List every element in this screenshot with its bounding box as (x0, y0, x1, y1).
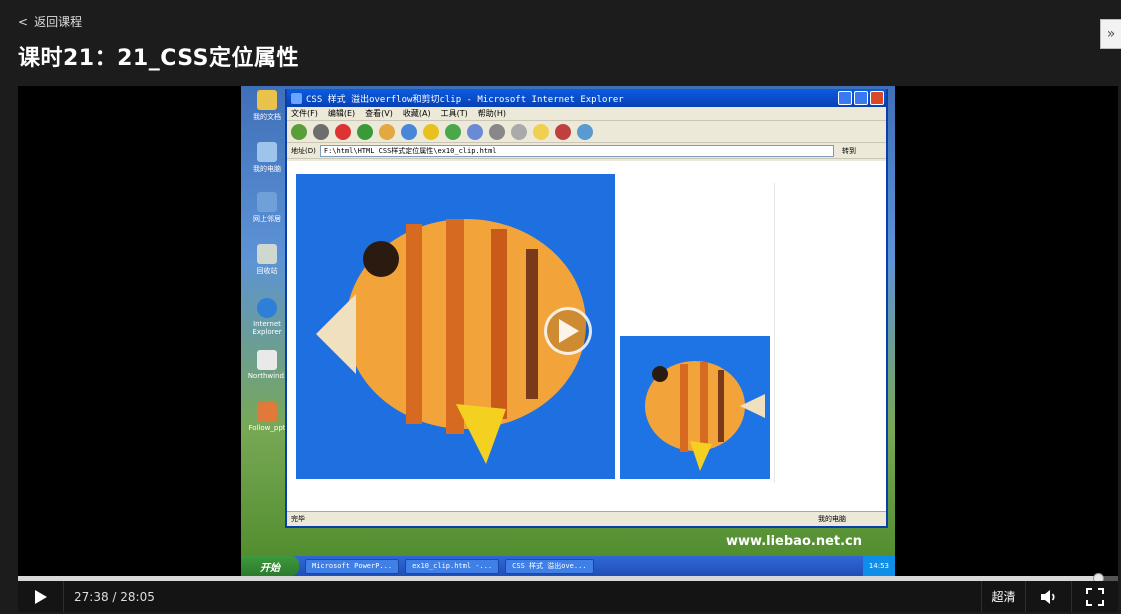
back-label: 返回课程 (34, 15, 83, 29)
time-separator: / (108, 589, 121, 604)
browser-menu: 文件(F) 编辑(E) 查看(V) 收藏(A) 工具(T) 帮助(H) (287, 107, 886, 121)
desktop-icon: Follow_ppt (245, 402, 289, 432)
current-time: 27:38 (74, 589, 109, 604)
taskbar-item: ex10_clip.html -... (405, 558, 500, 574)
taskbar-item: Microsoft PowerP... (305, 558, 400, 574)
fish-image-clipped (620, 336, 770, 479)
desktop-icon: Northwind. (245, 350, 289, 380)
ie-icon (291, 92, 302, 104)
big-play-button[interactable] (544, 307, 592, 355)
desktop-icon: 回收站 (245, 244, 289, 276)
start-button: 开始 (241, 556, 299, 576)
browser-title-bar: CSS 样式 溢出overflow和剪切clip - Microsoft Int… (287, 89, 886, 107)
taskbar: 开始 Microsoft PowerP... ex10_clip.html -.… (241, 556, 895, 576)
video-player[interactable]: 我的文档 我的电脑 网上邻居 回收站 Internet Explorer Nor… (18, 86, 1118, 577)
play-icon (34, 589, 47, 604)
chevron-left-icon: < (18, 14, 29, 29)
quality-selector[interactable]: 超清 (981, 581, 1026, 612)
browser-status-bar: 完毕 我的电脑 (287, 511, 886, 526)
clock: 14:53 (868, 562, 889, 570)
browser-toolbar (287, 121, 886, 143)
back-to-course-link[interactable]: < 返回课程 (18, 13, 82, 30)
page-title: 课时21：21_CSS定位属性 (18, 46, 299, 71)
player-controls: 27:38 / 28:05 超清 (18, 581, 1118, 612)
desktop-icon: 网上邻居 (245, 192, 289, 224)
play-icon (559, 319, 579, 343)
fullscreen-button[interactable] (1072, 581, 1118, 612)
desktop-icon: 我的文档 (245, 90, 289, 122)
duration: 28:05 (120, 589, 155, 604)
browser-window: CSS 样式 溢出overflow和剪切clip - Microsoft Int… (285, 89, 888, 528)
desktop-icon: 我的电脑 (245, 142, 289, 174)
double-chevron-right-icon: » (1106, 26, 1116, 42)
taskbar-item: CSS 样式 溢出ove... (505, 558, 594, 574)
divider (774, 183, 775, 483)
address-bar: 地址(D) F:\html\HTML CSS样式定位属性\ex10_clip.h… (287, 143, 886, 159)
speaker-icon (1040, 589, 1055, 604)
desktop-icon: Internet Explorer (245, 298, 289, 336)
time-display: 27:38 / 28:05 (74, 590, 155, 604)
watermark: www.liebao.net.cn (726, 534, 862, 549)
play-button[interactable] (18, 581, 64, 612)
volume-button[interactable] (1026, 581, 1072, 612)
sidebar-toggle-button[interactable]: » (1100, 19, 1121, 49)
fullscreen-icon (1086, 587, 1104, 606)
window-buttons (838, 91, 884, 105)
system-tray: 14:53 (862, 556, 895, 576)
